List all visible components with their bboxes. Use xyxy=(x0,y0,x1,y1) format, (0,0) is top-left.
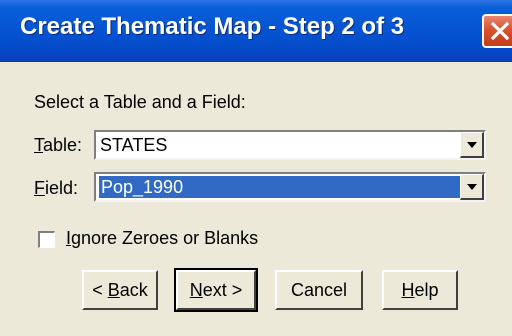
next-mnemonic: N xyxy=(189,280,203,300)
table-combobox-value: STATES xyxy=(100,135,168,155)
table-dropdown-button[interactable] xyxy=(460,132,484,158)
field-label-mnemonic: F xyxy=(34,178,45,198)
field-label-text: ield: xyxy=(45,178,79,198)
next-text: ext > xyxy=(202,280,243,300)
table-label-text: able: xyxy=(43,135,83,155)
help-button[interactable]: Help xyxy=(382,270,458,310)
chevron-down-icon xyxy=(467,184,477,190)
field-label: Field: xyxy=(34,178,78,199)
back-button[interactable]: < Back xyxy=(82,270,158,310)
help-text: elp xyxy=(414,280,439,300)
back-text: ack xyxy=(119,280,148,300)
next-button[interactable]: Next > xyxy=(174,268,258,312)
cancel-button[interactable]: Cancel xyxy=(275,270,363,310)
table-label-mnemonic: T xyxy=(34,135,43,155)
field-dropdown-button[interactable] xyxy=(460,174,484,200)
table-label: Table: xyxy=(34,135,82,156)
dialog-body: Select a Table and a Field: Table: STATE… xyxy=(0,62,512,336)
window-title: Create Thematic Map - Step 2 of 3 xyxy=(20,13,405,40)
field-combobox-value: Pop_1990 xyxy=(98,175,468,199)
chevron-down-icon xyxy=(467,142,477,148)
back-prefix: < xyxy=(92,280,108,300)
close-icon xyxy=(491,22,509,40)
instruction-text: Select a Table and a Field: xyxy=(34,92,246,112)
table-combobox[interactable]: STATES xyxy=(94,130,486,160)
ignore-zeroes-label[interactable]: Ignore Zeroes or Blanks xyxy=(66,228,258,249)
back-mnemonic: B xyxy=(107,280,120,300)
close-button[interactable] xyxy=(482,14,512,48)
title-bar[interactable]: Create Thematic Map - Step 2 of 3 xyxy=(0,0,512,62)
cancel-text: Cancel xyxy=(290,280,348,300)
help-mnemonic: H xyxy=(401,280,415,300)
field-combobox[interactable]: Pop_1990 xyxy=(94,172,486,202)
ignore-zeroes-text: gnore Zeroes or Blanks xyxy=(71,228,259,248)
ignore-zeroes-checkbox[interactable] xyxy=(38,231,55,248)
